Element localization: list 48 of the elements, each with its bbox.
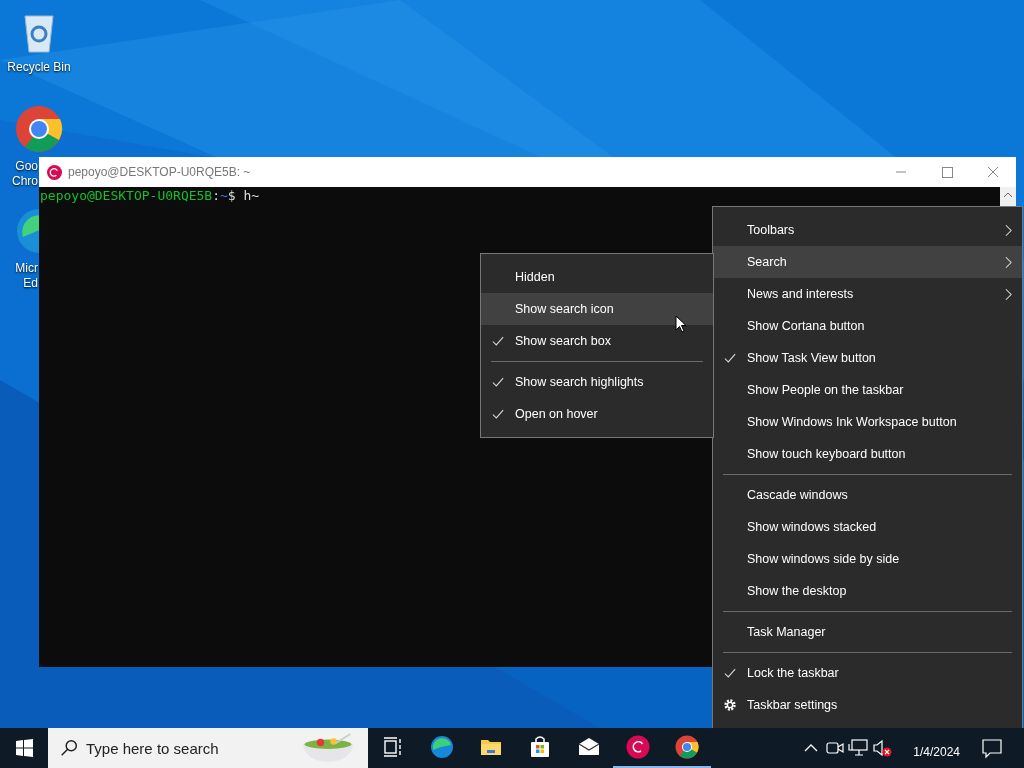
search-icon <box>60 739 78 757</box>
search-field[interactable]: Type here to search <box>86 739 300 757</box>
menu-item[interactable]: Show windows side by side <box>713 543 1022 575</box>
menu-item[interactable]: Search <box>713 246 1022 278</box>
menu-item[interactable]: Show Windows Ink Workspace button <box>713 406 1022 438</box>
menu-item[interactable]: Show windows stacked <box>713 511 1022 543</box>
menu-item[interactable]: Show Task View button <box>713 342 1022 374</box>
search-bar[interactable]: Type here to search <box>48 728 368 768</box>
menu-item[interactable]: News and interests <box>713 278 1022 310</box>
menu-item[interactable]: Open on hover <box>481 398 713 430</box>
menu-item[interactable]: Hidden <box>481 261 713 293</box>
checkmark-icon <box>492 335 504 347</box>
notification-icon[interactable] <box>980 736 1004 760</box>
cursor-icon <box>675 315 687 333</box>
menu-item[interactable]: Show search highlights <box>481 366 713 398</box>
chrome-icon <box>674 735 699 759</box>
chevron-right-icon <box>1005 223 1012 237</box>
settings-icon <box>723 698 737 712</box>
desktop-icon-label: Recycle Bin <box>7 60 71 75</box>
menu-item[interactable]: Taskbar settings <box>713 689 1022 721</box>
clock-date[interactable]: 1/4/2024 <box>913 745 960 759</box>
chevron-right-icon <box>1005 287 1012 301</box>
menu-item[interactable]: Show the desktop <box>713 575 1022 607</box>
checkmark-icon <box>724 352 736 364</box>
checkmark-icon <box>492 376 504 388</box>
edge-icon <box>429 735 454 759</box>
menu-item[interactable]: Show People on the taskbar <box>713 374 1022 406</box>
menu-item[interactable]: Show search box <box>481 325 713 357</box>
menu-item[interactable]: Show touch keyboard button <box>713 438 1022 470</box>
menu-item[interactable]: Show search icon <box>481 293 713 325</box>
checkmark-icon <box>492 408 504 420</box>
desktop-icon-label: Goo <box>15 159 38 174</box>
menu-item[interactable]: Cascade windows <box>713 479 1022 511</box>
menu-item[interactable]: Toolbars <box>713 214 1022 246</box>
menu-item[interactable]: Lock the taskbar <box>713 657 1022 689</box>
swirl-icon <box>625 735 650 759</box>
terminal-line: pepoyo@DESKTOP-U0RQE5B:~$ h~ <box>40 187 261 205</box>
window-title: pepoyo@DESKTOP-U0RQE5B: ~ <box>68 165 251 179</box>
desktop-icon-label: Chro <box>12 174 38 189</box>
checkmark-icon <box>724 667 736 679</box>
desktop-icon-label: Micr <box>15 261 38 276</box>
chrome-icon[interactable] <box>15 105 63 153</box>
menu-item[interactable]: Task Manager <box>713 616 1022 648</box>
menu-item[interactable]: Show Cortana button <box>713 310 1022 342</box>
swirl-icon <box>47 164 62 180</box>
bowl-drawing <box>300 733 356 763</box>
chevron-right-icon <box>1005 255 1012 269</box>
desktop-icon-label: Ed <box>23 276 38 291</box>
